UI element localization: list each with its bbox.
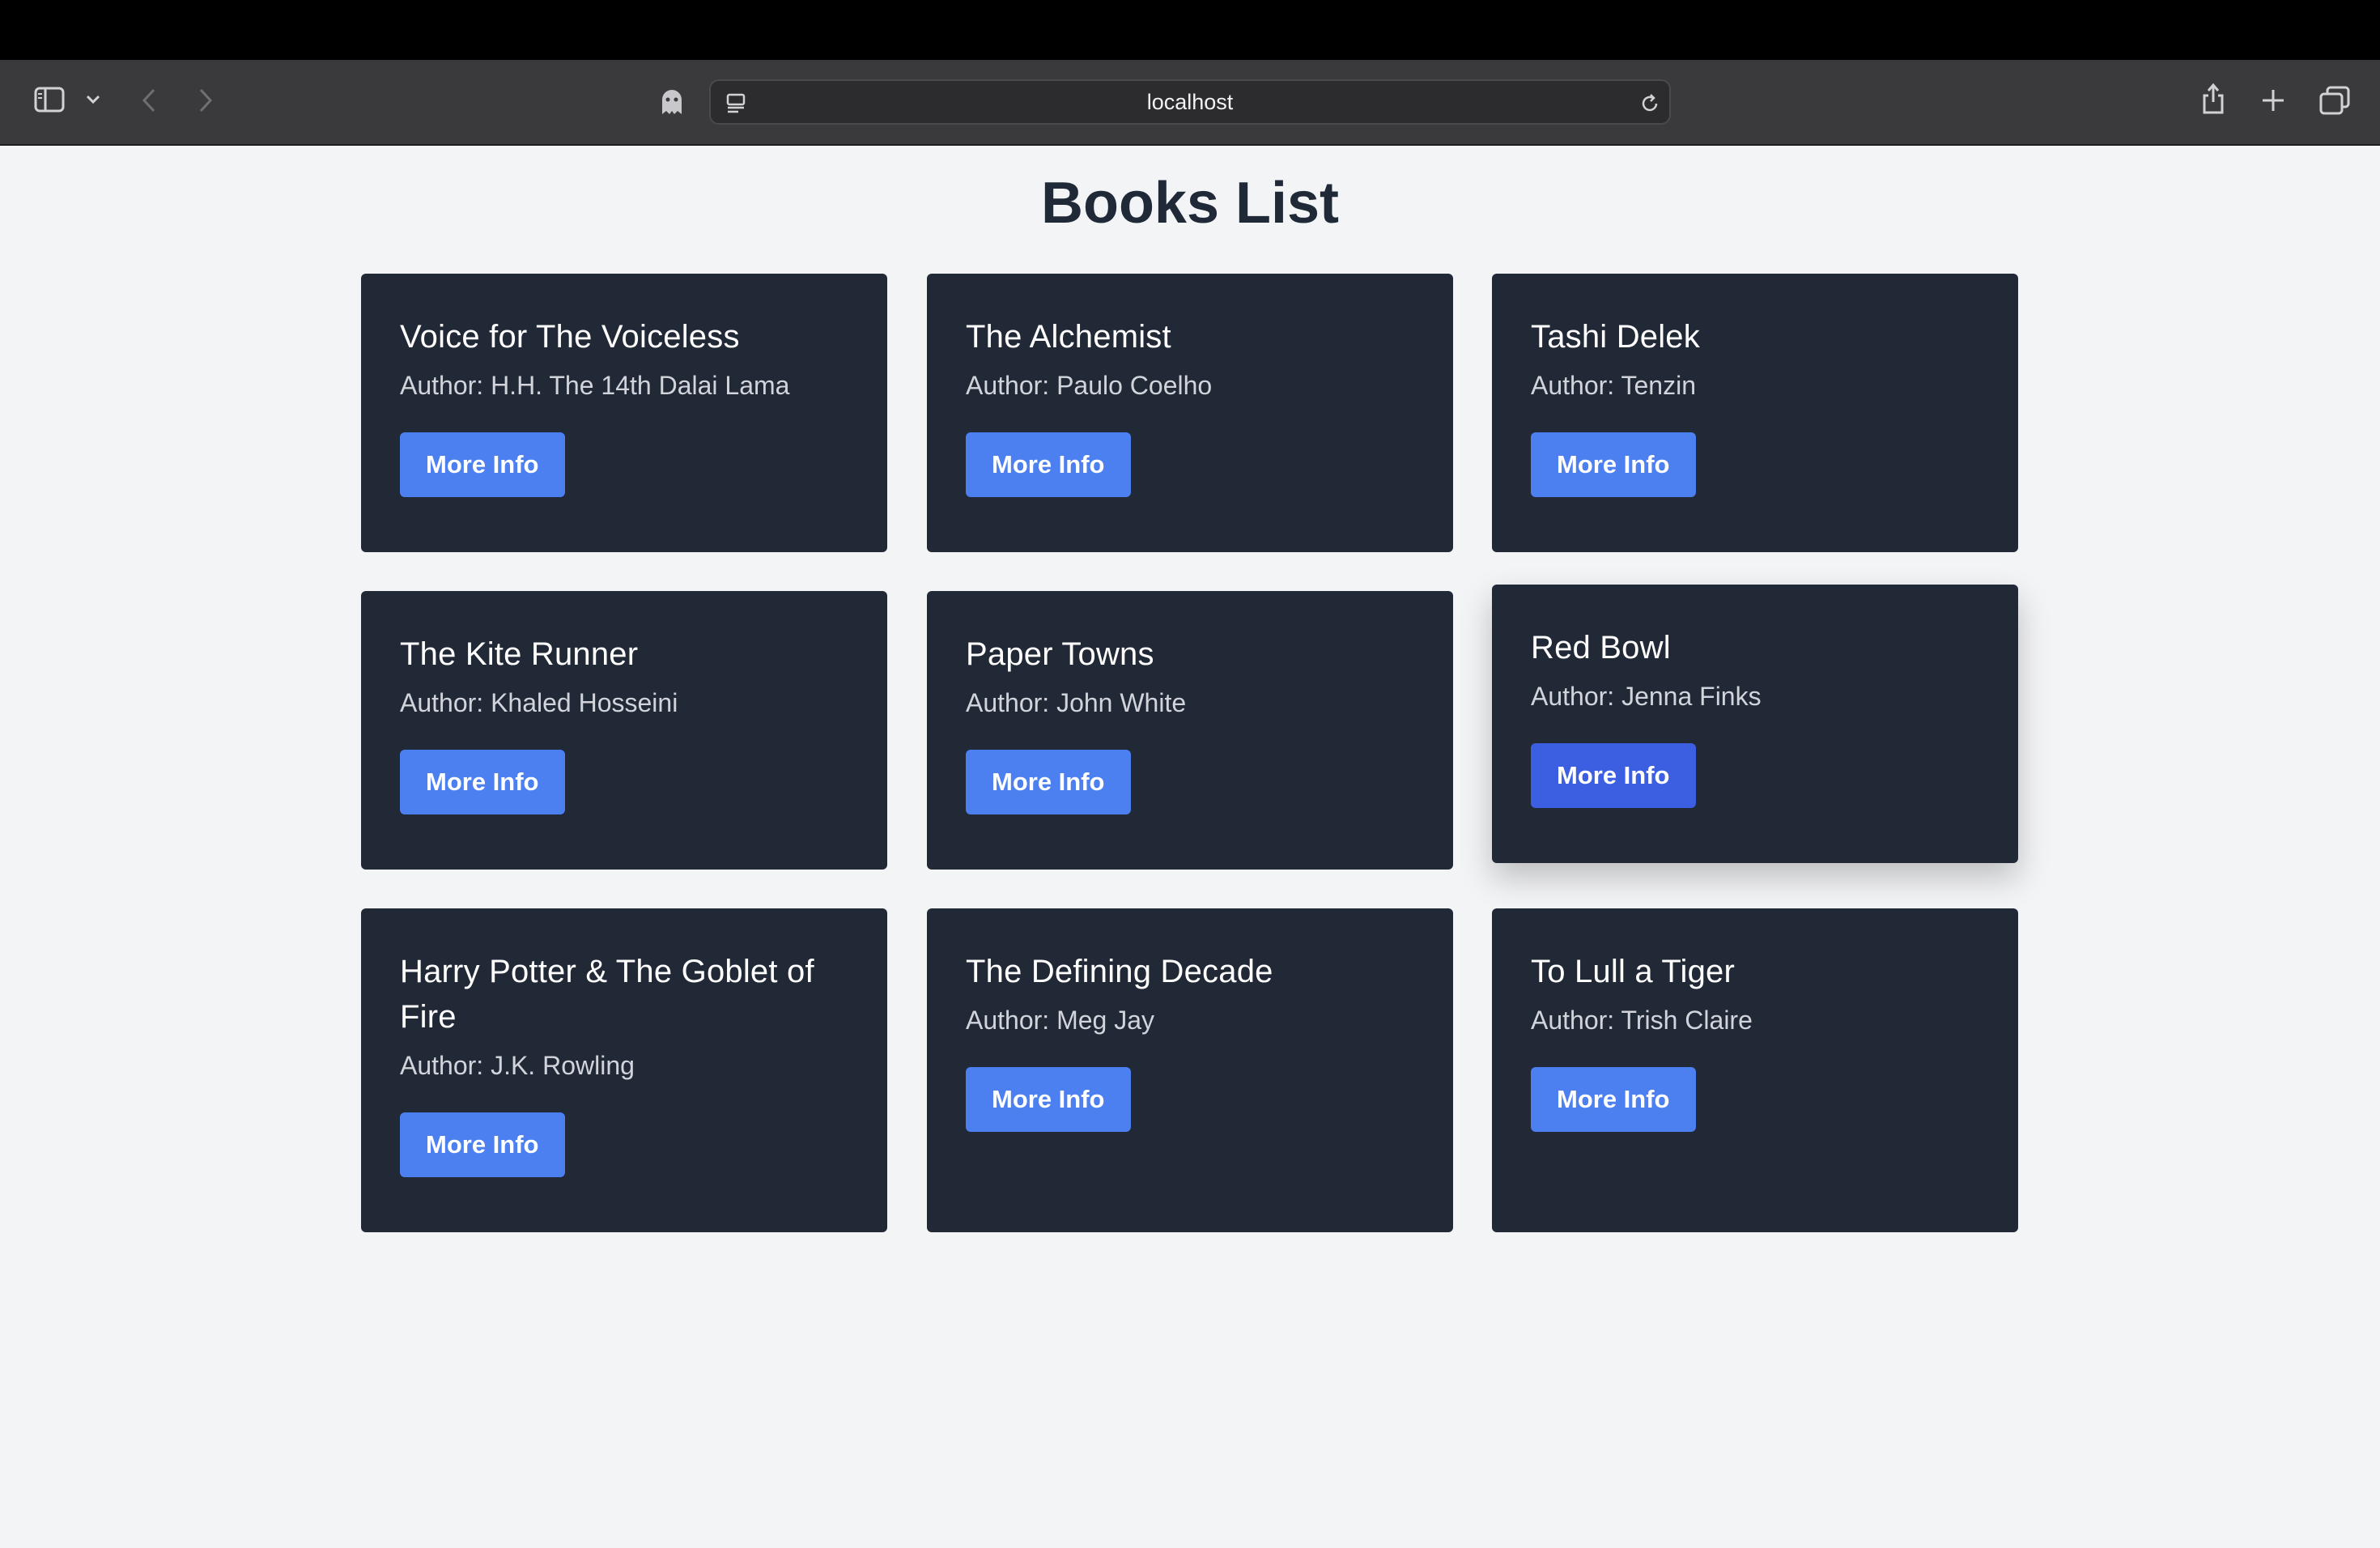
- share-icon[interactable]: [2197, 79, 2229, 118]
- page-content: Books List Voice for The Voiceless Autho…: [0, 146, 2380, 1548]
- book-title: Tashi Delek: [1531, 319, 1700, 355]
- book-title: Harry Potter & The Goblet of Fire: [400, 954, 814, 1035]
- book-card: The Kite Runner Author: Khaled Hosseini …: [361, 591, 887, 870]
- more-info-button[interactable]: More Info: [400, 432, 565, 497]
- book-card: Voice for The Voiceless Author: H.H. The…: [361, 274, 887, 552]
- book-card: The Alchemist Author: Paulo Coelho More …: [927, 274, 1453, 552]
- book-card: Harry Potter & The Goblet of Fire Author…: [361, 908, 887, 1232]
- book-author: Author: Trish Claire: [1531, 1006, 1753, 1035]
- chevron-down-icon[interactable]: [81, 87, 105, 112]
- book-card: Paper Towns Author: John White More Info: [927, 591, 1453, 870]
- more-info-button[interactable]: More Info: [1531, 432, 1696, 497]
- book-title: The Kite Runner: [400, 636, 639, 672]
- address-url[interactable]: localhost: [1147, 90, 1234, 115]
- sidebar-toggle-icon[interactable]: [31, 81, 68, 118]
- book-author: Author: Paulo Coelho: [966, 371, 1213, 400]
- book-title: Voice for The Voiceless: [400, 319, 740, 355]
- forward-arrow-icon[interactable]: [191, 83, 220, 118]
- book-title: The Defining Decade: [966, 954, 1273, 989]
- more-info-button[interactable]: More Info: [1531, 743, 1696, 808]
- more-info-button[interactable]: More Info: [400, 1112, 565, 1177]
- reload-icon[interactable]: [1637, 91, 1663, 117]
- page-menu-icon[interactable]: [722, 89, 750, 117]
- book-author: Author: Jenna Finks: [1531, 682, 1762, 711]
- tab-overview-icon[interactable]: [2317, 83, 2352, 118]
- more-info-button[interactable]: More Info: [966, 432, 1131, 497]
- more-info-button[interactable]: More Info: [400, 750, 565, 814]
- more-info-button[interactable]: More Info: [966, 1067, 1131, 1132]
- book-author: Author: John White: [966, 688, 1187, 717]
- book-title: Red Bowl: [1531, 630, 1671, 666]
- address-bar[interactable]: localhost: [709, 79, 1671, 125]
- book-card-hovered: Red Bowl Author: Jenna Finks More Info: [1492, 585, 2018, 863]
- book-author: Author: Meg Jay: [966, 1006, 1154, 1035]
- new-tab-plus-icon[interactable]: [2257, 83, 2289, 118]
- book-card: To Lull a Tiger Author: Trish Claire Mor…: [1492, 908, 2018, 1232]
- book-card: The Defining Decade Author: Meg Jay More…: [927, 908, 1453, 1232]
- book-card: Tashi Delek Author: Tenzin More Info: [1492, 274, 2018, 552]
- page-title: Books List: [1040, 171, 1340, 236]
- system-menubar: [0, 0, 2380, 60]
- more-info-button[interactable]: More Info: [966, 750, 1131, 814]
- book-title: The Alchemist: [966, 319, 1171, 355]
- book-author: Author: J.K. Rowling: [400, 1051, 635, 1080]
- book-title: Paper Towns: [966, 636, 1154, 672]
- back-arrow-icon[interactable]: [134, 83, 164, 118]
- privacy-ghost-icon[interactable]: [656, 84, 688, 120]
- book-author: Author: Khaled Hosseini: [400, 688, 678, 717]
- book-title: To Lull a Tiger: [1531, 954, 1736, 989]
- book-author: Author: Tenzin: [1531, 371, 1696, 400]
- more-info-button[interactable]: More Info: [1531, 1067, 1696, 1132]
- book-author: Author: H.H. The 14th Dalai Lama: [400, 371, 790, 400]
